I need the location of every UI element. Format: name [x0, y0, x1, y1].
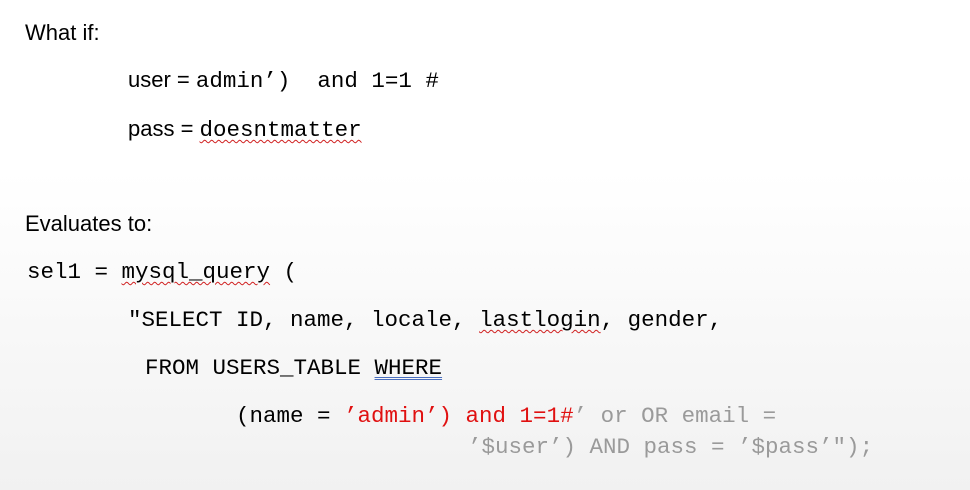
- pass-input-line: pass = doesntmatter: [128, 116, 362, 143]
- user-input-line: user = admin’) and 1=1 #: [128, 67, 439, 94]
- commented-out-text: ’ or OR email =: [573, 403, 777, 429]
- select-line: "SELECT ID, name, locale, lastlogin, gen…: [128, 307, 722, 333]
- pass-value: doesntmatter: [199, 117, 362, 143]
- query-function: mysql_query: [121, 259, 271, 285]
- what-if-heading: What if:: [25, 20, 100, 45]
- slide: { "intro": "What if:", "user_line": { "l…: [0, 0, 970, 490]
- pass-label: pass =: [128, 116, 200, 141]
- from-text: FROM USERS_TABLE: [145, 355, 375, 381]
- user-label: user =: [128, 67, 196, 92]
- query-variable: sel1 =: [27, 259, 122, 285]
- where-keyword: WHERE: [374, 355, 443, 381]
- select-start: "SELECT ID, name, locale,: [128, 307, 480, 333]
- condition-prefix: (name =: [236, 403, 345, 429]
- query-call-line: sel1 = mysql_query (: [27, 259, 297, 285]
- user-value: admin’) and 1=1 #: [195, 68, 439, 94]
- injected-payload: ’admin’) and 1=1#: [344, 403, 574, 429]
- evaluates-heading: Evaluates to:: [25, 211, 153, 236]
- from-line: FROM USERS_TABLE WHERE: [145, 355, 442, 381]
- select-end: , gender,: [600, 307, 723, 333]
- condition-line: (name = ’admin’) and 1=1#’ or OR email =: [236, 403, 776, 429]
- query-open-paren: (: [270, 259, 298, 285]
- condition-continuation: ’$user’) AND pass = ’$pass’");: [468, 434, 874, 460]
- select-lastlogin: lastlogin: [479, 307, 601, 333]
